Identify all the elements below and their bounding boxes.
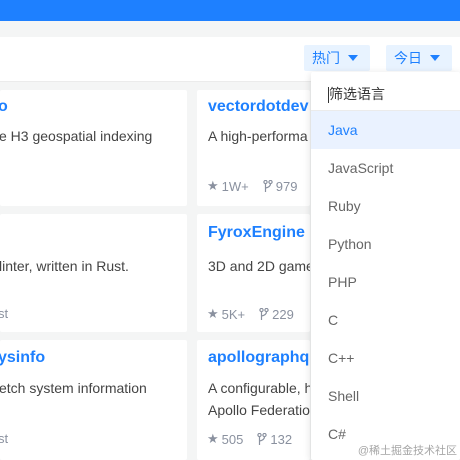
repo-card[interactable]: FyroxEngine 3D and 2D game ★ 5K+ 229 (197, 214, 310, 332)
caret-down-icon (430, 55, 440, 62)
language-dropdown-menu: 筛选语言 Java JavaScript Ruby Python PHP C C… (311, 72, 460, 460)
repo-description: etch system information (0, 380, 147, 396)
period-dropdown-button[interactable]: 今日 (386, 45, 452, 71)
star-count: 5K+ (221, 306, 246, 322)
repo-card[interactable]: ysinfo etch system information st (0, 340, 187, 460)
repo-description: A high-performa (208, 128, 308, 144)
fork-count: 979 (275, 178, 298, 194)
top-nav-bar (0, 0, 460, 21)
repo-stats: st (0, 306, 8, 321)
repo-title[interactable]: FyroxEngine (208, 224, 305, 242)
language-filter-placeholder: 筛选语言 (329, 86, 385, 102)
repo-stats: st (0, 431, 8, 446)
star-icon: ★ (207, 431, 219, 446)
repo-card[interactable]: linter, written in Rust. st (0, 214, 187, 332)
sort-dropdown-label: 热门 (312, 50, 340, 66)
language-option-cpp[interactable]: C++ (311, 339, 460, 377)
repo-stats: ★ 505 132 (207, 431, 292, 447)
repo-title[interactable]: apollographq (208, 349, 309, 367)
repo-card[interactable]: o e H3 geospatial indexing (0, 90, 187, 206)
star-icon: ★ (207, 306, 219, 321)
fork-icon (263, 179, 273, 192)
language-option-ruby[interactable]: Ruby (311, 187, 460, 225)
star-count: 505 (221, 431, 244, 447)
language-option-shell[interactable]: Shell (311, 377, 460, 415)
caret-down-icon (348, 55, 358, 62)
sort-dropdown-button[interactable]: 热门 (304, 45, 370, 71)
fork-count: 132 (270, 431, 293, 447)
fork-icon (259, 307, 269, 320)
repo-description: 3D and 2D game (208, 258, 310, 274)
language-option-java[interactable]: Java (311, 111, 460, 149)
repo-title[interactable]: ysinfo (0, 349, 45, 367)
fork-icon (257, 432, 268, 445)
repo-card[interactable]: vectordotdev A high-performa ★ 1W+ 979 (197, 90, 310, 206)
language-option-php[interactable]: PHP (311, 263, 460, 301)
repo-stats: ★ 1W+ 979 (207, 178, 297, 194)
repo-description: linter, written in Rust. (0, 258, 129, 274)
star-icon: ★ (207, 178, 219, 193)
repo-title[interactable]: o (0, 98, 8, 116)
repo-description-line2: Apollo Federatio (208, 402, 310, 418)
language-filter-input[interactable]: 筛选语言 (328, 84, 385, 104)
fork-count: 229 (272, 306, 294, 322)
language-option-python[interactable]: Python (311, 225, 460, 263)
language-option-javascript[interactable]: JavaScript (311, 149, 460, 187)
star-count: 1W+ (221, 178, 249, 194)
language-option-c[interactable]: C (311, 301, 460, 339)
repo-card[interactable]: apollographq A configurable, h Apollo Fe… (197, 340, 310, 460)
period-dropdown-label: 今日 (394, 50, 422, 66)
repo-description: A configurable, h (208, 380, 310, 396)
watermark: @稀土掘金技术社区 (357, 445, 457, 457)
repo-stats: ★ 5K+ 229 (207, 306, 294, 322)
repo-title[interactable]: vectordotdev (208, 98, 308, 116)
repo-language: st (0, 431, 9, 446)
repo-language: st (0, 306, 9, 321)
repo-description: e H3 geospatial indexing (0, 128, 153, 144)
